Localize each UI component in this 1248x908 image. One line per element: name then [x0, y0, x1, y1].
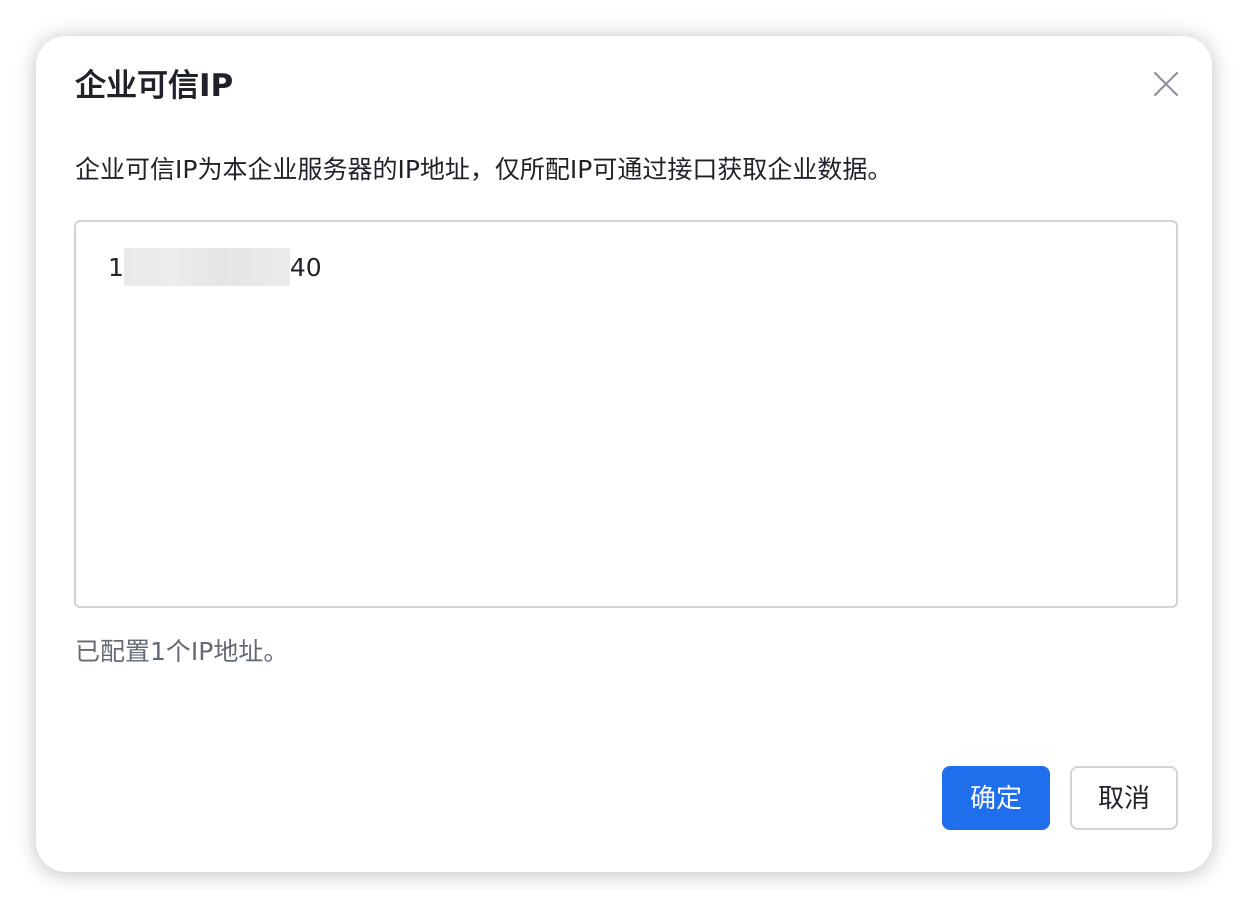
dialog-description: 企业可信IP为本企业服务器的IP地址，仅所配IP可通过接口获取企业数据。 [75, 155, 893, 184]
ip-redacted-segment [123, 248, 290, 286]
ip-entry: 1 40 [108, 248, 322, 288]
confirm-button[interactable]: 确定 [942, 766, 1050, 830]
trusted-ip-dialog: 企业可信IP 企业可信IP为本企业服务器的IP地址，仅所配IP可通过接口获取企业… [36, 36, 1212, 872]
ip-prefix: 1 [108, 253, 124, 282]
ip-suffix: 40 [289, 253, 322, 282]
ip-count-text: 已配置1个IP地址。 [75, 637, 289, 666]
dialog-title: 企业可信IP [75, 68, 234, 104]
cancel-button[interactable]: 取消 [1070, 766, 1178, 830]
ip-list-textarea[interactable]: 1 40 [74, 220, 1178, 608]
close-button[interactable] [1152, 70, 1180, 98]
close-icon [1153, 71, 1179, 97]
